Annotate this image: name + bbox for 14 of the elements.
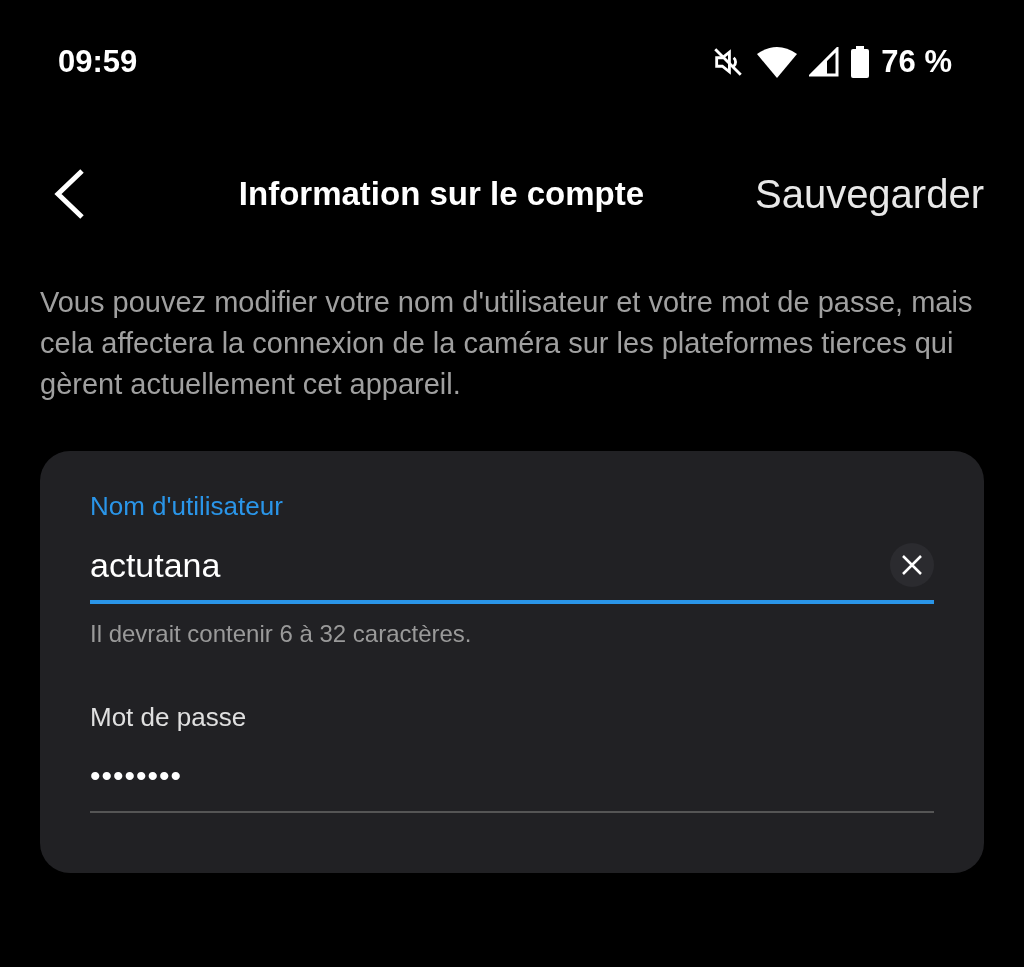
- username-input[interactable]: actutana: [90, 545, 890, 585]
- description-text: Vous pouvez modifier votre nom d'utilisateur et votre mot de passe, mais cela affectera la connexion de la caméra sur les plateformes tierces qui gèrent actuellement cet appareil.: [40, 285, 974, 402]
- battery-percent: 76 %: [881, 44, 952, 80]
- password-value[interactable]: ••••••••: [90, 759, 934, 793]
- field-label: Mot de passe: [90, 702, 248, 733]
- screen-title: Information sur le compte: [237, 175, 646, 213]
- clock-time: 09:59: [58, 44, 138, 80]
- wifi-icon: [757, 46, 798, 78]
- signal-icon: [809, 47, 840, 77]
- helper-text: Il devrait contenir 6 à 32 caractères.: [90, 620, 473, 648]
- save-button[interactable]: Sauvegarder: [754, 171, 984, 217]
- field-label: Nom d'utilisateur: [90, 491, 284, 522]
- battery-icon: [851, 46, 870, 78]
- clear-icon[interactable]: [890, 543, 934, 587]
